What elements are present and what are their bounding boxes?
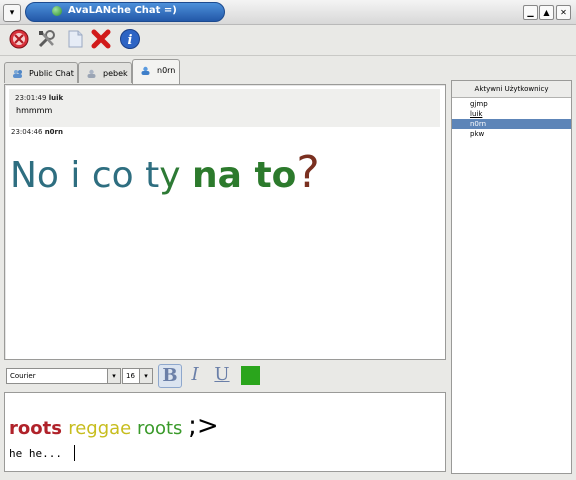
- text-caret: [74, 445, 75, 461]
- user-list-item[interactable]: gjmp: [452, 99, 571, 109]
- font-select[interactable]: Courier ▾: [6, 368, 121, 384]
- text-segment: na to: [191, 155, 297, 196]
- text-color-button[interactable]: [241, 366, 260, 385]
- settings-button[interactable]: [36, 28, 58, 50]
- chat-tabs: Public Chat pebek n0rn: [2, 59, 447, 84]
- text-segment: reggae: [68, 418, 137, 439]
- message-time: 23:01:49: [15, 94, 47, 102]
- info-icon: i: [120, 29, 140, 49]
- users-header: Aktywni Użytkownicy: [452, 81, 571, 98]
- italic-button[interactable]: I: [184, 364, 206, 386]
- disconnect-button[interactable]: [8, 28, 30, 50]
- user-list-item[interactable]: luik: [452, 109, 571, 119]
- font-size-select[interactable]: 16 ▾: [122, 368, 153, 384]
- message-time: 23:04:46: [11, 128, 43, 136]
- minimize-button[interactable]: ▁: [523, 5, 538, 20]
- users-icon: [13, 70, 22, 78]
- underline-button[interactable]: U: [211, 364, 233, 386]
- maximize-icon: ▲: [543, 8, 550, 17]
- close-x-icon: [91, 29, 111, 49]
- svg-text:i: i: [128, 33, 133, 48]
- text-segment: ;>: [188, 411, 219, 441]
- maximize-button[interactable]: ▲: [539, 5, 554, 20]
- tab-n0rn[interactable]: n0rn: [132, 59, 180, 84]
- tab-pebek[interactable]: pebek: [78, 62, 132, 83]
- message-text: hmmmm: [16, 106, 53, 115]
- text-segment: No i co t: [10, 155, 160, 196]
- user-icon: [141, 66, 150, 75]
- message-item: 23:01:49 luik hmmmm: [9, 89, 440, 127]
- document-icon: [68, 30, 83, 48]
- close-button[interactable]: ✕: [556, 5, 571, 20]
- title-bar[interactable]: ▾ AvaLANche Chat =) ▁ ▲ ✕: [0, 0, 576, 25]
- message-rich-text: No i co ty na to?: [10, 147, 320, 198]
- message-user: luik: [48, 94, 64, 102]
- message-header: 23:04:46 n0rn: [11, 128, 63, 136]
- close-chat-button[interactable]: [90, 28, 112, 50]
- text-segment: roots: [9, 418, 69, 439]
- tab-public-chat[interactable]: Public Chat: [4, 62, 78, 83]
- text-segment: y: [159, 155, 192, 196]
- chevron-down-icon: ▾: [139, 369, 152, 383]
- chat-history[interactable]: 23:01:49 luik hmmmm 23:04:46 n0rn No i c…: [4, 84, 446, 360]
- message-user: n0rn: [44, 128, 63, 136]
- user-list-item[interactable]: pkw: [452, 129, 571, 139]
- window-title: AvaLANche Chat =): [68, 5, 177, 16]
- active-users-panel: Aktywni Użytkownicy gjmp luik n0rn pkw: [451, 80, 572, 474]
- message-input[interactable]: roots reggae roots ;> he he...: [4, 392, 446, 472]
- text-segment: roots: [136, 418, 189, 439]
- minimize-icon: ▁: [527, 8, 534, 17]
- message-header: 23:01:49 luik: [15, 94, 63, 102]
- window-menu-button[interactable]: ▾: [3, 4, 21, 22]
- chevron-down-icon: ▾: [9, 8, 15, 18]
- input-typed-text: he he...: [9, 447, 62, 460]
- title-pill: AvaLANche Chat =): [25, 2, 225, 22]
- app-icon: [52, 6, 62, 16]
- disconnect-icon: [9, 29, 29, 49]
- input-rich-text: roots reggae roots ;>: [9, 411, 219, 441]
- info-button[interactable]: i: [119, 28, 141, 50]
- user-list-item[interactable]: n0rn: [452, 119, 571, 129]
- settings-tools-icon: [38, 30, 55, 48]
- close-icon: ✕: [560, 8, 567, 17]
- format-toolbar: Courier ▾ 16 ▾ B I U: [4, 362, 446, 388]
- user-icon: [87, 69, 96, 78]
- bold-button[interactable]: B: [158, 364, 182, 388]
- new-document-button[interactable]: [64, 28, 86, 50]
- chevron-down-icon: ▾: [107, 369, 120, 383]
- text-segment: ?: [296, 147, 320, 198]
- main-toolbar: i: [0, 25, 576, 56]
